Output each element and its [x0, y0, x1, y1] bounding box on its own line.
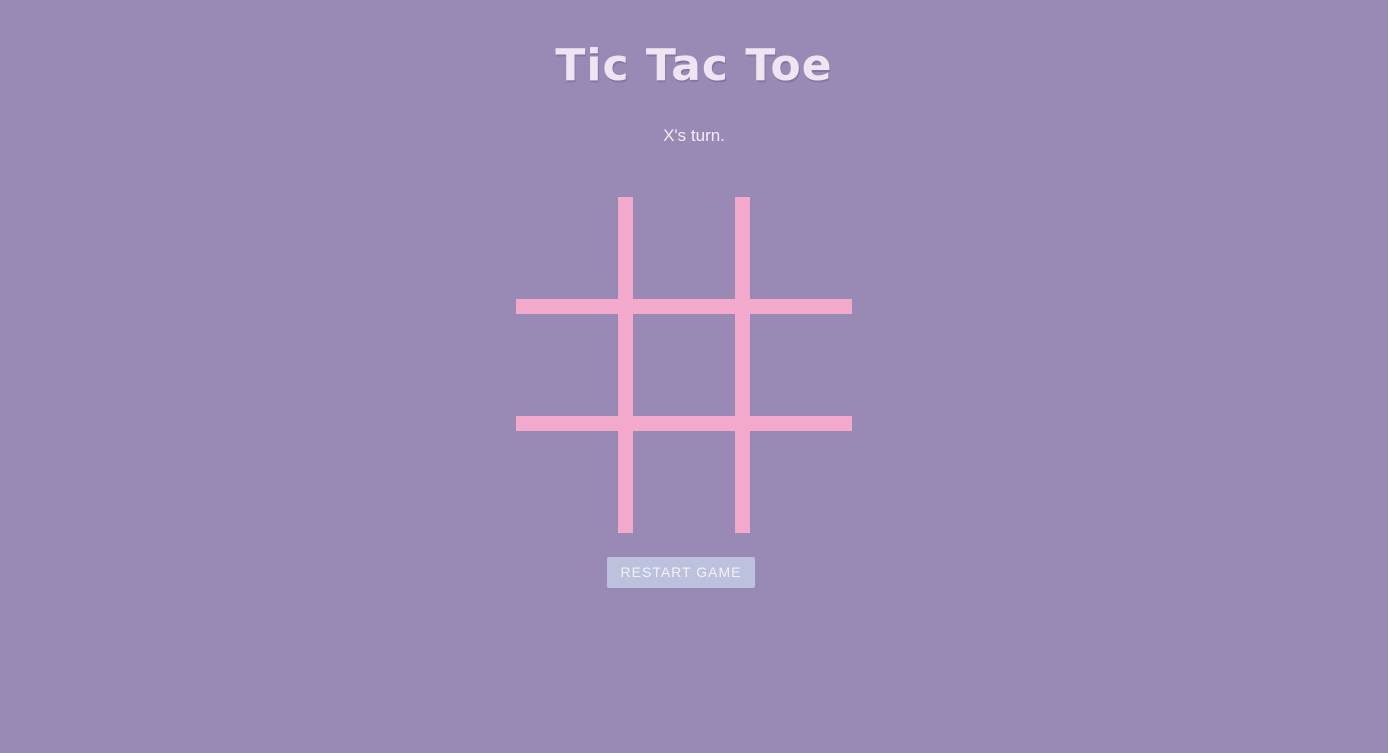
board-cell-6[interactable]	[750, 314, 852, 416]
board-cell-3[interactable]	[750, 197, 852, 299]
board-cell-8[interactable]	[633, 431, 735, 533]
grid-line-vertical-2	[735, 197, 750, 533]
restart-game-button[interactable]: RESTART GAME	[607, 557, 755, 588]
board-cell-9[interactable]	[750, 431, 852, 533]
game-title: Tic Tac Toe	[555, 40, 833, 91]
board-cell-4[interactable]	[516, 314, 618, 416]
turn-status: X's turn.	[663, 126, 725, 145]
game-page: Tic Tac Toe X's turn. RESTART GAME	[0, 0, 1388, 753]
game-board	[516, 197, 852, 533]
board-cell-2[interactable]	[633, 197, 735, 299]
board-cell-1[interactable]	[516, 197, 618, 299]
board-cell-5[interactable]	[633, 314, 735, 416]
grid-line-horizontal-1	[516, 299, 852, 314]
grid-line-horizontal-2	[516, 416, 852, 431]
grid-line-vertical-1	[618, 197, 633, 533]
board-cell-7[interactable]	[516, 431, 618, 533]
